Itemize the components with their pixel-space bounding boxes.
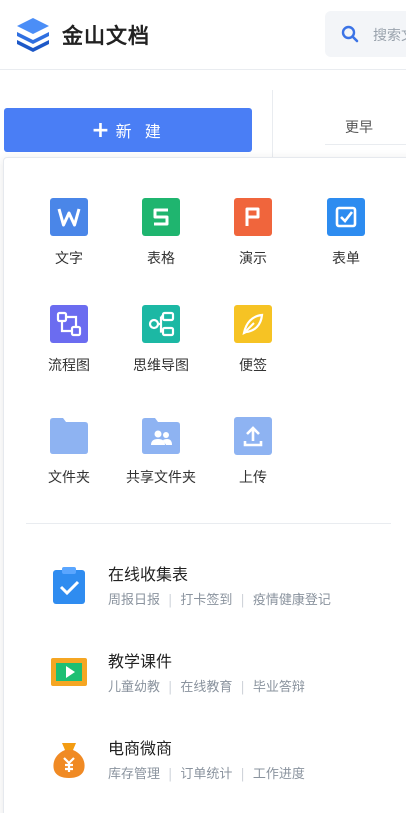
template-title: 教学课件 bbox=[108, 652, 173, 671]
tag-separator: | bbox=[168, 593, 173, 608]
template-title: 电商微商 bbox=[108, 739, 173, 758]
template-tag[interactable]: 疫情健康登记 bbox=[253, 593, 331, 608]
template-tags: 周报日报 | 打卡签到 | 疫情健康登记 bbox=[108, 589, 331, 608]
new-item-label: 表格 bbox=[147, 251, 175, 267]
new-item-label: 思维导图 bbox=[133, 358, 189, 374]
new-folder[interactable]: 文件夹 bbox=[23, 417, 115, 487]
tag-separator: | bbox=[240, 680, 245, 695]
template-tags: 库存管理 | 订单统计 | 工作进度 bbox=[108, 763, 305, 782]
new-note[interactable]: 便签 bbox=[207, 305, 299, 375]
search-icon bbox=[341, 25, 359, 43]
tag-separator: | bbox=[168, 680, 173, 695]
template-title: 在线收集表 bbox=[108, 565, 189, 584]
column-divider bbox=[272, 90, 273, 160]
template-tag[interactable]: 周报日报 bbox=[108, 593, 160, 608]
template-tag[interactable]: 毕业答辩 bbox=[253, 680, 305, 695]
sort-earlier-tab[interactable]: 更早 bbox=[345, 117, 373, 137]
tag-separator: | bbox=[240, 593, 245, 608]
new-item-label: 文字 bbox=[55, 251, 83, 267]
new-mindmap[interactable]: 思维导图 bbox=[115, 305, 207, 375]
courseware-play-icon bbox=[51, 658, 87, 686]
flowchart-icon bbox=[50, 305, 88, 343]
upload-button[interactable]: 上传 bbox=[207, 417, 299, 487]
tag-separator: | bbox=[168, 767, 173, 782]
new-button-label: 新 建 bbox=[115, 122, 165, 141]
search-placeholder: 搜索文 bbox=[373, 28, 406, 44]
new-spreadsheet[interactable]: 表格 bbox=[115, 198, 207, 268]
new-item-label: 文件夹 bbox=[48, 470, 90, 486]
new-item-label: 便签 bbox=[239, 358, 267, 374]
new-item-label: 流程图 bbox=[48, 358, 90, 374]
form-icon bbox=[327, 198, 365, 236]
new-item-label: 表单 bbox=[332, 251, 360, 267]
section-divider bbox=[26, 523, 391, 524]
new-item-label: 上传 bbox=[239, 470, 267, 486]
presentation-icon bbox=[234, 198, 272, 236]
spreadsheet-icon bbox=[142, 198, 180, 236]
upload-icon bbox=[234, 417, 272, 455]
plus-icon: + bbox=[91, 117, 110, 143]
word-doc-icon bbox=[50, 198, 88, 236]
mindmap-icon bbox=[142, 305, 180, 343]
template-tags: 儿童幼教 | 在线教育 | 毕业答辩 bbox=[108, 676, 305, 695]
clipboard-check-icon bbox=[53, 567, 85, 604]
new-shared-folder[interactable]: 共享文件夹 bbox=[115, 417, 207, 487]
sort-underline bbox=[325, 144, 406, 145]
new-item-label: 共享文件夹 bbox=[126, 470, 196, 486]
tag-separator: | bbox=[240, 767, 245, 782]
template-tag[interactable]: 工作进度 bbox=[253, 767, 305, 782]
new-dropdown-panel: 文字 表格 演示 表单 流程图 思维导图 便签 文件夹 共享文件夹 上传 在线收… bbox=[3, 157, 406, 813]
new-presentation[interactable]: 演示 bbox=[207, 198, 299, 268]
shared-folder-icon bbox=[142, 418, 180, 454]
note-icon bbox=[234, 305, 272, 343]
app-title: 金山文档 bbox=[62, 24, 150, 48]
new-form[interactable]: 表单 bbox=[300, 198, 392, 268]
search-input[interactable]: 搜索文 bbox=[325, 11, 406, 57]
template-online-form[interactable]: 在线收集表 周报日报 | 打卡签到 | 疫情健康登记 bbox=[50, 561, 400, 617]
kdocs-logo-icon[interactable] bbox=[14, 15, 52, 53]
template-tag[interactable]: 打卡签到 bbox=[180, 593, 232, 608]
template-ecommerce[interactable]: 电商微商 库存管理 | 订单统计 | 工作进度 bbox=[50, 735, 400, 791]
template-courseware[interactable]: 教学课件 儿童幼教 | 在线教育 | 毕业答辩 bbox=[50, 648, 400, 704]
new-item-label: 演示 bbox=[239, 251, 267, 267]
new-word-doc[interactable]: 文字 bbox=[23, 198, 115, 268]
template-tag[interactable]: 库存管理 bbox=[108, 767, 160, 782]
top-header: 金山文档 搜索文 bbox=[0, 0, 406, 70]
new-flowchart[interactable]: 流程图 bbox=[23, 305, 115, 375]
template-tag[interactable]: 在线教育 bbox=[180, 680, 232, 695]
new-button[interactable]: + 新 建 bbox=[4, 108, 252, 152]
money-bag-icon bbox=[53, 743, 85, 778]
folder-icon bbox=[50, 418, 88, 454]
template-tag[interactable]: 儿童幼教 bbox=[108, 680, 160, 695]
template-tag[interactable]: 订单统计 bbox=[180, 767, 232, 782]
